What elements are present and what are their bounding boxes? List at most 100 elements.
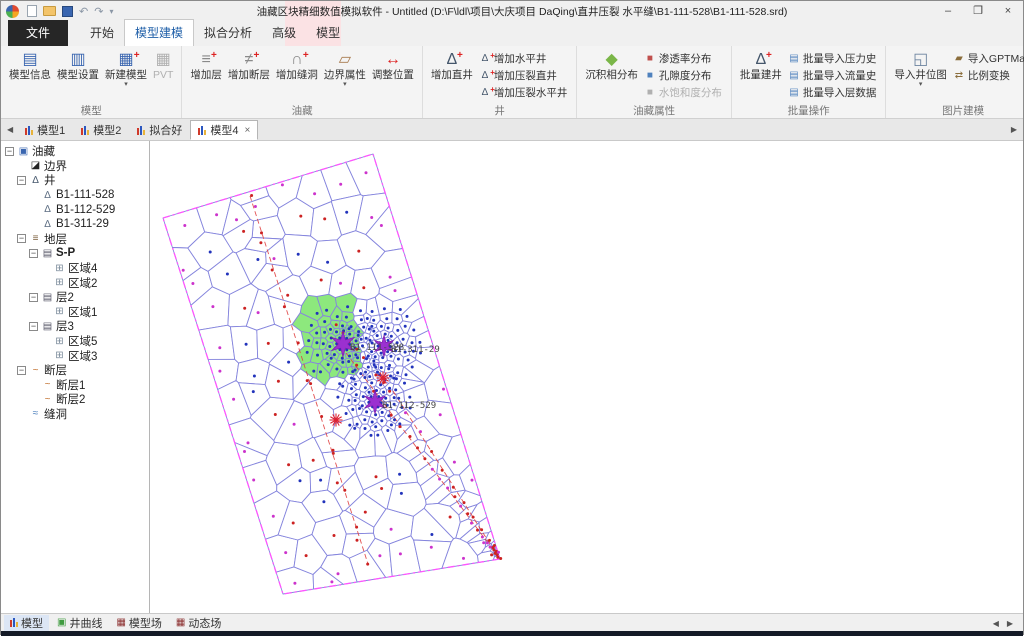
main-area: ▣油藏◪边界∆井∆B1-111-528∆B1-112-529∆B1-311-29… xyxy=(1,141,1023,613)
ribbon-button-model-info[interactable]: ▤模型信息 xyxy=(7,48,53,81)
ribbon-group-0: ▤模型信息▥模型设置▦+新建模型▦PVT模型 xyxy=(1,46,182,118)
open-folder-icon[interactable] xyxy=(43,6,56,16)
chevron-down-icon[interactable] xyxy=(919,81,923,88)
ribbon-button-sedimentary-facies[interactable]: ◆沉积相分布 xyxy=(583,48,640,81)
status-tab-1[interactable]: ▣井曲线 xyxy=(51,615,108,631)
well-label: B1-311-29 xyxy=(391,345,440,355)
ribbon-button-scale-transform[interactable]: ⇄比例变换 xyxy=(952,67,1024,84)
button-label: 模型设置 xyxy=(57,69,99,81)
small-button-column: ▰导入GPTMap⇄比例变换 xyxy=(950,48,1024,84)
tree-item-12[interactable]: ▤层3 xyxy=(1,319,149,334)
ribbon-button-import-wellmap[interactable]: ◱导入井位图 xyxy=(892,48,949,88)
ribbon-button-add-vertical-well[interactable]: ∆+增加直井 xyxy=(429,48,475,81)
tabs-scroll-right-icon[interactable]: ▶ xyxy=(1007,125,1021,134)
doc-tab-0[interactable]: 模型1 xyxy=(17,120,73,140)
status-tab-2[interactable]: ▦模型场 xyxy=(110,615,167,631)
ribbon-button-add-frac-horizontal-well[interactable]: ∆+增加压裂水平井 xyxy=(478,84,572,101)
ribbon-button-new-model[interactable]: ▦+新建模型 xyxy=(103,48,149,88)
ribbon-tab-5[interactable]: 模型 xyxy=(306,20,350,46)
tree-expander[interactable] xyxy=(17,234,26,243)
ribbon-button-batch-rate[interactable]: ▤批量导入流量史 xyxy=(787,67,881,84)
chevron-down-icon[interactable] xyxy=(124,81,128,88)
ribbon-button-saturation[interactable]: ■水饱和度分布 xyxy=(643,84,726,101)
tree-item-16[interactable]: ~断层1 xyxy=(1,378,149,393)
status-tab-3[interactable]: ▦动态场 xyxy=(170,615,227,631)
tabs-scroll-left-icon[interactable]: ◀ xyxy=(3,125,17,134)
redo-icon[interactable] xyxy=(94,5,103,18)
ribbon-button-porosity[interactable]: ■孔隙度分布 xyxy=(643,67,726,84)
close-button[interactable]: × xyxy=(993,1,1023,21)
tree-item-9[interactable]: ⊞区域2 xyxy=(1,275,149,290)
doc-icon xyxy=(25,126,33,135)
ribbon-button-boundary-attr[interactable]: ▱边界属性 xyxy=(322,48,368,88)
tree-item-17[interactable]: ~断层2 xyxy=(1,392,149,407)
tree-item-4[interactable]: ∆B1-112-529 xyxy=(1,202,149,217)
model-canvas[interactable]: B1-111-528B1-311-29B1-112-529 xyxy=(150,141,1023,613)
tree-item-6[interactable]: ≡地层 xyxy=(1,232,149,247)
ribbon: ▤模型信息▥模型设置▦+新建模型▦PVT模型≡+增加层≠+增加断层∩+增加缝洞▱… xyxy=(1,46,1023,119)
tree-item-label: 边界 xyxy=(44,158,67,174)
tree-item-1[interactable]: ◪边界 xyxy=(1,159,149,174)
chevron-down-icon[interactable] xyxy=(343,81,347,88)
ribbon-button-add-cave[interactable]: ∩+增加缝洞 xyxy=(274,48,320,81)
ribbon-button-batch-layer[interactable]: ▤批量导入层数据 xyxy=(787,84,881,101)
doc-tab-3[interactable]: 模型4× xyxy=(190,120,258,140)
quick-access-more-icon[interactable] xyxy=(109,5,113,17)
tree-item-2[interactable]: ∆井 xyxy=(1,173,149,188)
status-tab-0[interactable]: 模型 xyxy=(4,615,49,631)
ribbon-button-batch-pressure[interactable]: ▤批量导入压力史 xyxy=(787,50,881,67)
new-file-icon[interactable] xyxy=(27,5,37,17)
ribbon-tab-4[interactable]: 高级 xyxy=(262,20,306,46)
minimize-button[interactable]: – xyxy=(933,1,963,21)
tree-item-3[interactable]: ∆B1-111-528 xyxy=(1,188,149,203)
tree-expander[interactable] xyxy=(5,147,14,156)
ribbon-button-permeability[interactable]: ■渗透率分布 xyxy=(643,50,726,67)
doc-tab-2[interactable]: 拟合好 xyxy=(129,120,190,140)
tree-item-label: B1-112-529 xyxy=(56,204,115,216)
tree-item-13[interactable]: ⊞区域5 xyxy=(1,334,149,349)
fault-icon: ~ xyxy=(41,394,54,405)
ribbon-tab-3[interactable]: 拟合分析 xyxy=(194,20,262,46)
button-label: 导入井位图 xyxy=(894,69,947,81)
ribbon-button-pvt[interactable]: ▦PVT xyxy=(151,48,175,81)
ribbon-tab-0[interactable]: 文件 xyxy=(8,20,68,46)
save-icon[interactable] xyxy=(62,6,73,17)
close-icon[interactable]: × xyxy=(245,125,251,136)
ribbon-button-add-frac-vertical-well[interactable]: ∆+增加压裂直井 xyxy=(478,67,572,84)
tree-item-18[interactable]: ≈缝洞 xyxy=(1,407,149,422)
ribbon-tab-1[interactable]: 开始 xyxy=(80,20,124,46)
ribbon-button-adjust-position[interactable]: ↔调整位置 xyxy=(370,48,416,81)
ribbon-button-import-gptmap[interactable]: ▰导入GPTMap xyxy=(952,50,1024,67)
ribbon-button-batch-well[interactable]: ∆+批量建井 xyxy=(738,48,784,81)
status-scroll-left-icon[interactable]: ◀ xyxy=(989,619,1003,628)
tree-expander[interactable] xyxy=(17,366,26,375)
tree-item-5[interactable]: ∆B1-311-29 xyxy=(1,217,149,232)
ribbon-button-add-fault[interactable]: ≠+增加断层 xyxy=(226,48,272,81)
tree-item-15[interactable]: ~断层 xyxy=(1,363,149,378)
tree-expander[interactable] xyxy=(29,322,38,331)
import-wellmap-icon: ◱ xyxy=(913,50,928,69)
tree-item-0[interactable]: ▣油藏 xyxy=(1,144,149,159)
undo-icon[interactable] xyxy=(79,5,88,18)
tree-item-10[interactable]: ▤层2 xyxy=(1,290,149,305)
app-logo-icon xyxy=(6,5,19,18)
status-scroll-right-icon[interactable]: ▶ xyxy=(1003,619,1017,628)
tree-expander[interactable] xyxy=(29,249,38,258)
ribbon-tab-row: 文件开始模型建模拟合分析高级模型 xyxy=(1,21,1023,46)
tree-expander[interactable] xyxy=(17,176,26,185)
tree-item-label: 区域3 xyxy=(68,348,97,364)
doc-tab-1[interactable]: 模型2 xyxy=(73,120,129,140)
tree-item-7[interactable]: ▤S-P xyxy=(1,246,149,261)
tree-item-11[interactable]: ⊞区域1 xyxy=(1,305,149,320)
batch-layer-icon: ▤ xyxy=(787,86,801,99)
tree-item-14[interactable]: ⊞区域3 xyxy=(1,348,149,363)
ribbon-button-model-settings[interactable]: ▥模型设置 xyxy=(55,48,101,81)
reservoir-icon: ▣ xyxy=(17,146,30,157)
ribbon-tab-2[interactable]: 模型建模 xyxy=(124,19,194,46)
ribbon-button-add-layer[interactable]: ≡+增加层 xyxy=(188,48,224,81)
restore-button[interactable]: ❐ xyxy=(963,1,993,21)
permeability-icon: ■ xyxy=(643,52,657,65)
tree-item-8[interactable]: ⊞区域4 xyxy=(1,261,149,276)
tree-expander[interactable] xyxy=(29,293,38,302)
ribbon-button-add-horizontal-well[interactable]: ∆+增加水平井 xyxy=(478,50,572,67)
